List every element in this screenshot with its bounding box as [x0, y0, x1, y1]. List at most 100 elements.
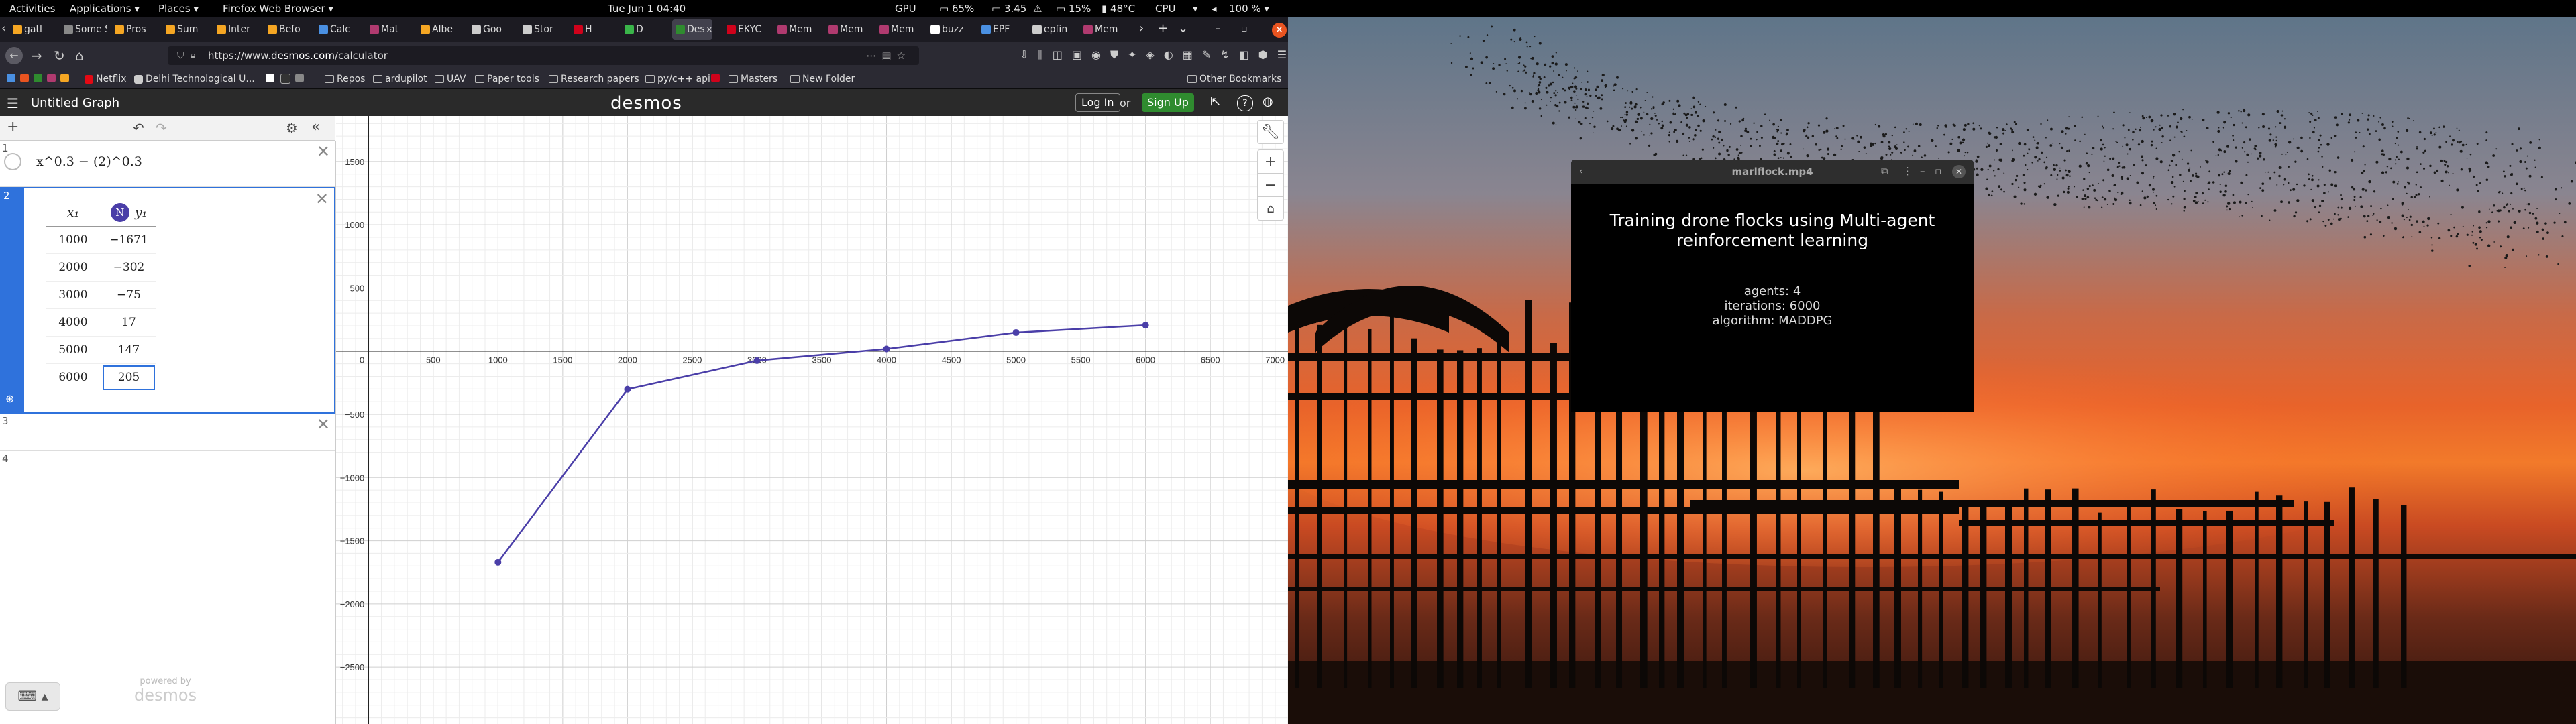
expression-row-4[interactable]: 4 — [0, 451, 335, 489]
table-cell-y[interactable]: −302 — [101, 253, 156, 282]
bookmark-folder-paper-tools[interactable]: Paper tools — [475, 74, 539, 84]
bookmark-icon-3[interactable] — [34, 74, 42, 82]
ublock-icon[interactable]: ⛊ — [1110, 48, 1128, 61]
bookmark-star-icon[interactable]: ☆ — [897, 50, 911, 62]
browser-tab[interactable]: buzz — [927, 19, 974, 40]
browser-tab[interactable]: Calc — [315, 19, 362, 40]
delete-expression-icon[interactable]: ✕ — [317, 415, 330, 434]
downloads-icon[interactable]: ⇩ — [1020, 48, 1038, 61]
series-style-icon[interactable]: N — [110, 203, 129, 222]
language-globe-icon[interactable]: ◍ — [1263, 95, 1273, 109]
hamburger-menu-icon[interactable]: ☰ — [7, 95, 19, 111]
browser-tab[interactable]: Sum — [162, 19, 209, 40]
graph-settings-wrench-icon[interactable]: 🔧︎ — [1257, 120, 1284, 144]
bookmark-icon-2[interactable] — [20, 74, 29, 82]
applications-menu[interactable]: Applications ▾ — [70, 3, 140, 15]
extension-8-icon[interactable]: ◧ — [1239, 48, 1258, 61]
minimize-icon[interactable]: – — [1920, 165, 1925, 177]
table-cell-x[interactable]: 1000 — [46, 226, 101, 254]
default-zoom-home-icon[interactable]: ⌂ — [1257, 196, 1284, 221]
maximize-icon[interactable]: ▫ — [1935, 165, 1941, 177]
table-cell-y[interactable]: 17 — [101, 308, 156, 337]
tab-scroll-right-icon[interactable]: › — [1139, 21, 1144, 36]
video-window-titlebar[interactable]: ‹ marlflock.mp4 ⧉ ⋮ – ▫ ✕ — [1571, 160, 1974, 184]
share-icon[interactable]: ⇱ — [1210, 95, 1220, 109]
bookmark-icon-7[interactable] — [280, 74, 290, 84]
browser-tab[interactable]: Mem — [876, 19, 923, 40]
sidebar-icon[interactable]: ◫ — [1053, 48, 1072, 61]
picture-in-picture-icon[interactable]: ⧉ — [1881, 165, 1888, 177]
table-cell-x[interactable]: 5000 — [46, 336, 101, 364]
extension-4-icon[interactable]: ◐ — [1164, 48, 1183, 61]
browser-tab[interactable]: gatl — [9, 19, 56, 40]
battery-menu[interactable]: 100 % ▾ — [1229, 3, 1269, 15]
browser-tab[interactable]: EKYC — [723, 19, 770, 40]
reload-button[interactable]: ↻ — [54, 48, 65, 64]
close-tab-icon[interactable]: ✕ — [706, 25, 712, 34]
wifi-icon[interactable]: ▾ — [1193, 3, 1198, 15]
delete-table-icon[interactable]: ✕ — [315, 190, 329, 208]
library-icon[interactable]: ⫼ — [1038, 48, 1052, 61]
expression-row-3[interactable]: 3 ✕ — [0, 414, 335, 451]
activities-button[interactable]: Activities — [9, 3, 55, 15]
extension-3-icon[interactable]: ◈ — [1146, 48, 1163, 61]
extension-7-icon[interactable]: ↯ — [1220, 48, 1238, 61]
extension-icon[interactable]: ◉ — [1091, 48, 1110, 61]
bookmark-icon-8[interactable] — [295, 74, 304, 82]
table-header-y[interactable]: Ny₁ — [101, 199, 156, 227]
browser-tab[interactable]: Mem — [774, 19, 821, 40]
bookmark-icon-4[interactable] — [47, 74, 56, 82]
lock-icon[interactable]: 🔒︎ — [191, 46, 195, 65]
back-button[interactable]: ← — [5, 47, 23, 64]
cpu-indicator[interactable]: CPU — [1155, 3, 1176, 15]
bookmark-folder-repos[interactable]: Repos — [325, 74, 365, 84]
settings-gear-icon[interactable]: ⚙ — [286, 120, 298, 136]
table-cell-x[interactable]: 4000 — [46, 308, 101, 337]
bookmark-folder-research-papers[interactable]: Research papers — [549, 74, 639, 84]
list-all-tabs-icon[interactable]: ⌄ — [1178, 21, 1188, 36]
extension-6-icon[interactable]: ✎ — [1202, 48, 1220, 61]
extension-2-icon[interactable]: ✦ — [1128, 48, 1146, 61]
close-video-window-button[interactable]: ✕ — [1952, 165, 1966, 178]
new-tab-button[interactable]: + — [1158, 21, 1168, 36]
url-bar[interactable]: ⛉ 🔒︎ https://www.desmos.com/calculator ⋯… — [168, 46, 919, 65]
bookmark-folder-new[interactable]: New Folder — [790, 74, 855, 84]
table-cell-x[interactable]: 2000 — [46, 253, 101, 282]
bookmark-folder-uav[interactable]: UAV — [435, 74, 466, 84]
table-cell-x[interactable]: 6000 — [46, 363, 101, 391]
sign-up-button[interactable]: Sign Up — [1142, 93, 1194, 112]
clock[interactable]: Tue Jun 1 04:40 — [608, 3, 686, 15]
collapse-list-icon[interactable]: « — [311, 119, 320, 135]
expression-sidebar[interactable] — [1, 188, 24, 412]
browser-tab[interactable]: Mem — [825, 19, 872, 40]
browser-tab[interactable]: Inter — [213, 19, 260, 40]
redo-icon[interactable]: ↷ — [156, 120, 167, 136]
delete-expression-icon[interactable]: ✕ — [317, 142, 330, 161]
volume-icon[interactable]: ◂ — [1212, 3, 1217, 15]
home-button[interactable]: ⌂ — [75, 48, 84, 64]
graph-paper[interactable]: 5001000150020002500300035004000450050005… — [336, 116, 1288, 724]
browser-tab[interactable]: Albe — [417, 19, 464, 40]
bookmark-folder-masters[interactable]: Masters — [729, 74, 777, 84]
bookmark-dtu[interactable]: Delhi Technological U... — [134, 74, 255, 84]
menu-dots-icon[interactable]: ⋮ — [1902, 165, 1913, 177]
color-toggle-icon[interactable] — [4, 153, 21, 170]
zoom-fit-icon[interactable]: ⊕ — [5, 392, 14, 405]
forward-button[interactable]: → — [31, 48, 42, 64]
reader-view-icon[interactable]: ▤ — [881, 50, 896, 62]
zoom-out-icon[interactable]: − — [1257, 173, 1284, 197]
keypad-toggle-button[interactable]: ⌨ ▴ — [5, 682, 60, 711]
bookmark-icon-9[interactable] — [711, 74, 720, 82]
close-window-button[interactable]: ✕ — [1272, 23, 1287, 38]
browser-tab[interactable]: Desm✕ — [672, 19, 712, 40]
table-header-x[interactable]: x₁ — [46, 199, 101, 227]
browser-tab[interactable]: Some Su — [60, 19, 107, 40]
menu-icon[interactable]: ☰ — [1277, 48, 1288, 61]
table-cell-y[interactable]: −75 — [101, 281, 156, 309]
browser-tab[interactable]: Mem — [1080, 19, 1127, 40]
browser-tab[interactable]: Goo — [468, 19, 515, 40]
extension-9-icon[interactable]: ⬢ — [1258, 48, 1277, 61]
expression-row-1[interactable]: 1 x^0.3 − (2)^0.3 ✕ — [0, 141, 335, 187]
table-cell-y[interactable]: 147 — [101, 336, 156, 364]
bookmark-folder-py-api[interactable]: py/c++ api — [645, 74, 710, 84]
